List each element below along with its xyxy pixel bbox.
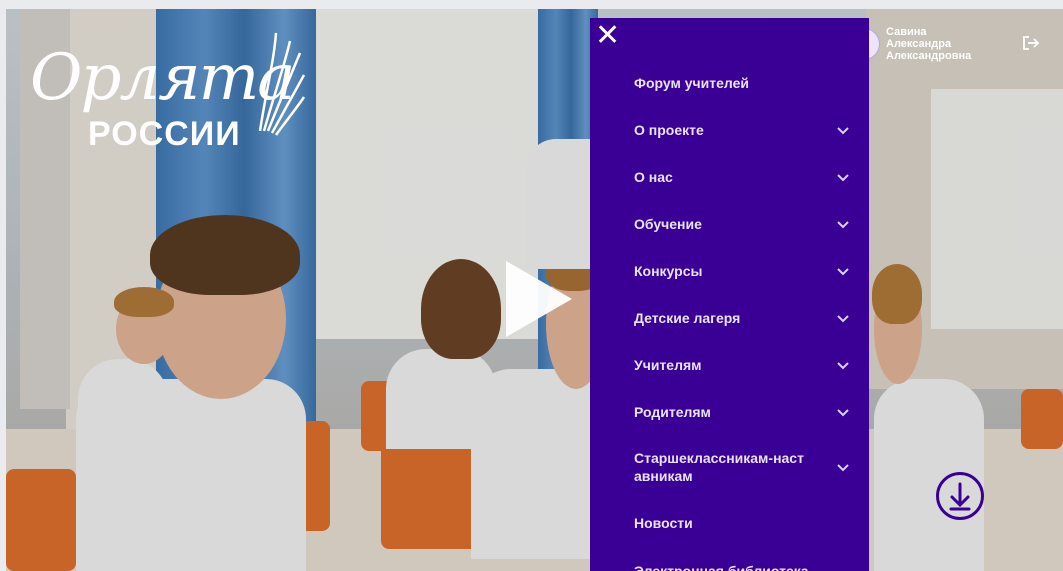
chevron-down-icon (837, 406, 849, 418)
hero-video[interactable]: Орлята РОССИИ (6, 9, 1063, 571)
chevron-down-icon (837, 359, 849, 371)
nav-item-label: Обучение (634, 215, 702, 232)
nav-item-label: О проекте (634, 121, 704, 138)
nav-item-library[interactable]: Электронная библиотека (590, 547, 869, 571)
nav-item-label: Родителям (634, 403, 711, 420)
chevron-down-icon (837, 461, 849, 473)
nav-item-parents[interactable]: Родителям (590, 388, 869, 435)
nav-item-about-project[interactable]: О проекте (590, 106, 869, 153)
nav-item-teachers[interactable]: Учителям (590, 341, 869, 388)
play-icon[interactable] (506, 261, 572, 337)
wing-icon (258, 32, 306, 136)
chevron-down-icon (837, 124, 849, 136)
nav-item-education[interactable]: Обучение (590, 200, 869, 247)
nav-item-label: Форум учителей (634, 74, 749, 91)
nav-item-camps[interactable]: Детские лагеря (590, 294, 869, 341)
nav-item-forum[interactable]: Форум учителей (590, 59, 869, 106)
user-name-line2: Александра (886, 38, 952, 50)
logo-sub-text: РОССИИ (88, 115, 241, 153)
logout-icon[interactable] (1022, 35, 1040, 51)
chevron-down-icon (837, 218, 849, 230)
nav-item-label: Электронная библиотека (634, 562, 809, 571)
nav-item-label: Детские лагеря (634, 309, 741, 326)
nav-menu: ✕ Форум учителей О проекте О нас Обучени… (590, 18, 869, 571)
user-name-line3: Александровна (886, 50, 972, 62)
logo[interactable]: Орлята РОССИИ (28, 27, 308, 157)
arrow-down-icon (949, 482, 971, 511)
chevron-down-icon (837, 312, 849, 324)
nav-item-label: Старшеклассникам-наставникам (634, 450, 804, 484)
logo-script-text: Орлята (30, 41, 295, 115)
nav-item-label: Новости (634, 515, 693, 531)
user-name-line1: Савина (886, 26, 927, 38)
chevron-down-icon (837, 265, 849, 277)
nav-item-label: Конкурсы (634, 262, 703, 279)
scroll-down-button[interactable] (936, 472, 984, 520)
nav-item-label: О нас (634, 168, 673, 185)
nav-item-about-us[interactable]: О нас (590, 153, 869, 200)
user-name: Савина Александра Александровна (886, 26, 996, 62)
nav-list: Форум учителей О проекте О нас Обучение … (590, 59, 869, 571)
nav-item-label: Учителям (634, 356, 702, 373)
chevron-down-icon (837, 171, 849, 183)
nav-item-mentors[interactable]: Старшеклассникам-наставникам (590, 435, 869, 499)
nav-item-contests[interactable]: Конкурсы (590, 247, 869, 294)
nav-item-news[interactable]: Новости (590, 499, 869, 547)
close-icon[interactable]: ✕ (595, 21, 620, 51)
